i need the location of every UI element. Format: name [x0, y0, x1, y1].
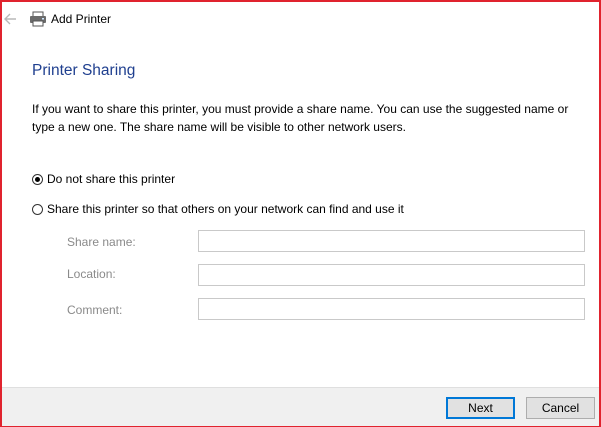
- window-title: Add Printer: [51, 12, 112, 26]
- radio-do-not-share[interactable]: Do not share this printer: [32, 172, 175, 186]
- next-button[interactable]: Next: [446, 397, 515, 419]
- printer-icon: [29, 11, 47, 27]
- title-bar: Add Printer: [0, 0, 597, 40]
- radio-button-selected[interactable]: [32, 173, 43, 185]
- page-title: Printer Sharing: [32, 62, 136, 79]
- share-name-input[interactable]: [198, 230, 585, 252]
- share-name-label: Share name:: [67, 235, 136, 249]
- comment-label: Comment:: [67, 303, 123, 317]
- radio-label: Share this printer so that others on you…: [47, 202, 404, 216]
- location-input[interactable]: [198, 264, 585, 286]
- comment-input[interactable]: [198, 298, 585, 320]
- radio-label: Do not share this printer: [47, 172, 176, 186]
- dialog-footer: Next Cancel: [2, 387, 599, 426]
- page-description: If you want to share this printer, you m…: [32, 102, 569, 134]
- cancel-button[interactable]: Cancel: [526, 397, 595, 419]
- location-label: Location:: [67, 267, 116, 281]
- radio-button[interactable]: [32, 203, 43, 215]
- back-arrow-icon[interactable]: [4, 10, 18, 28]
- radio-share-printer[interactable]: Share this printer so that others on you…: [32, 202, 404, 216]
